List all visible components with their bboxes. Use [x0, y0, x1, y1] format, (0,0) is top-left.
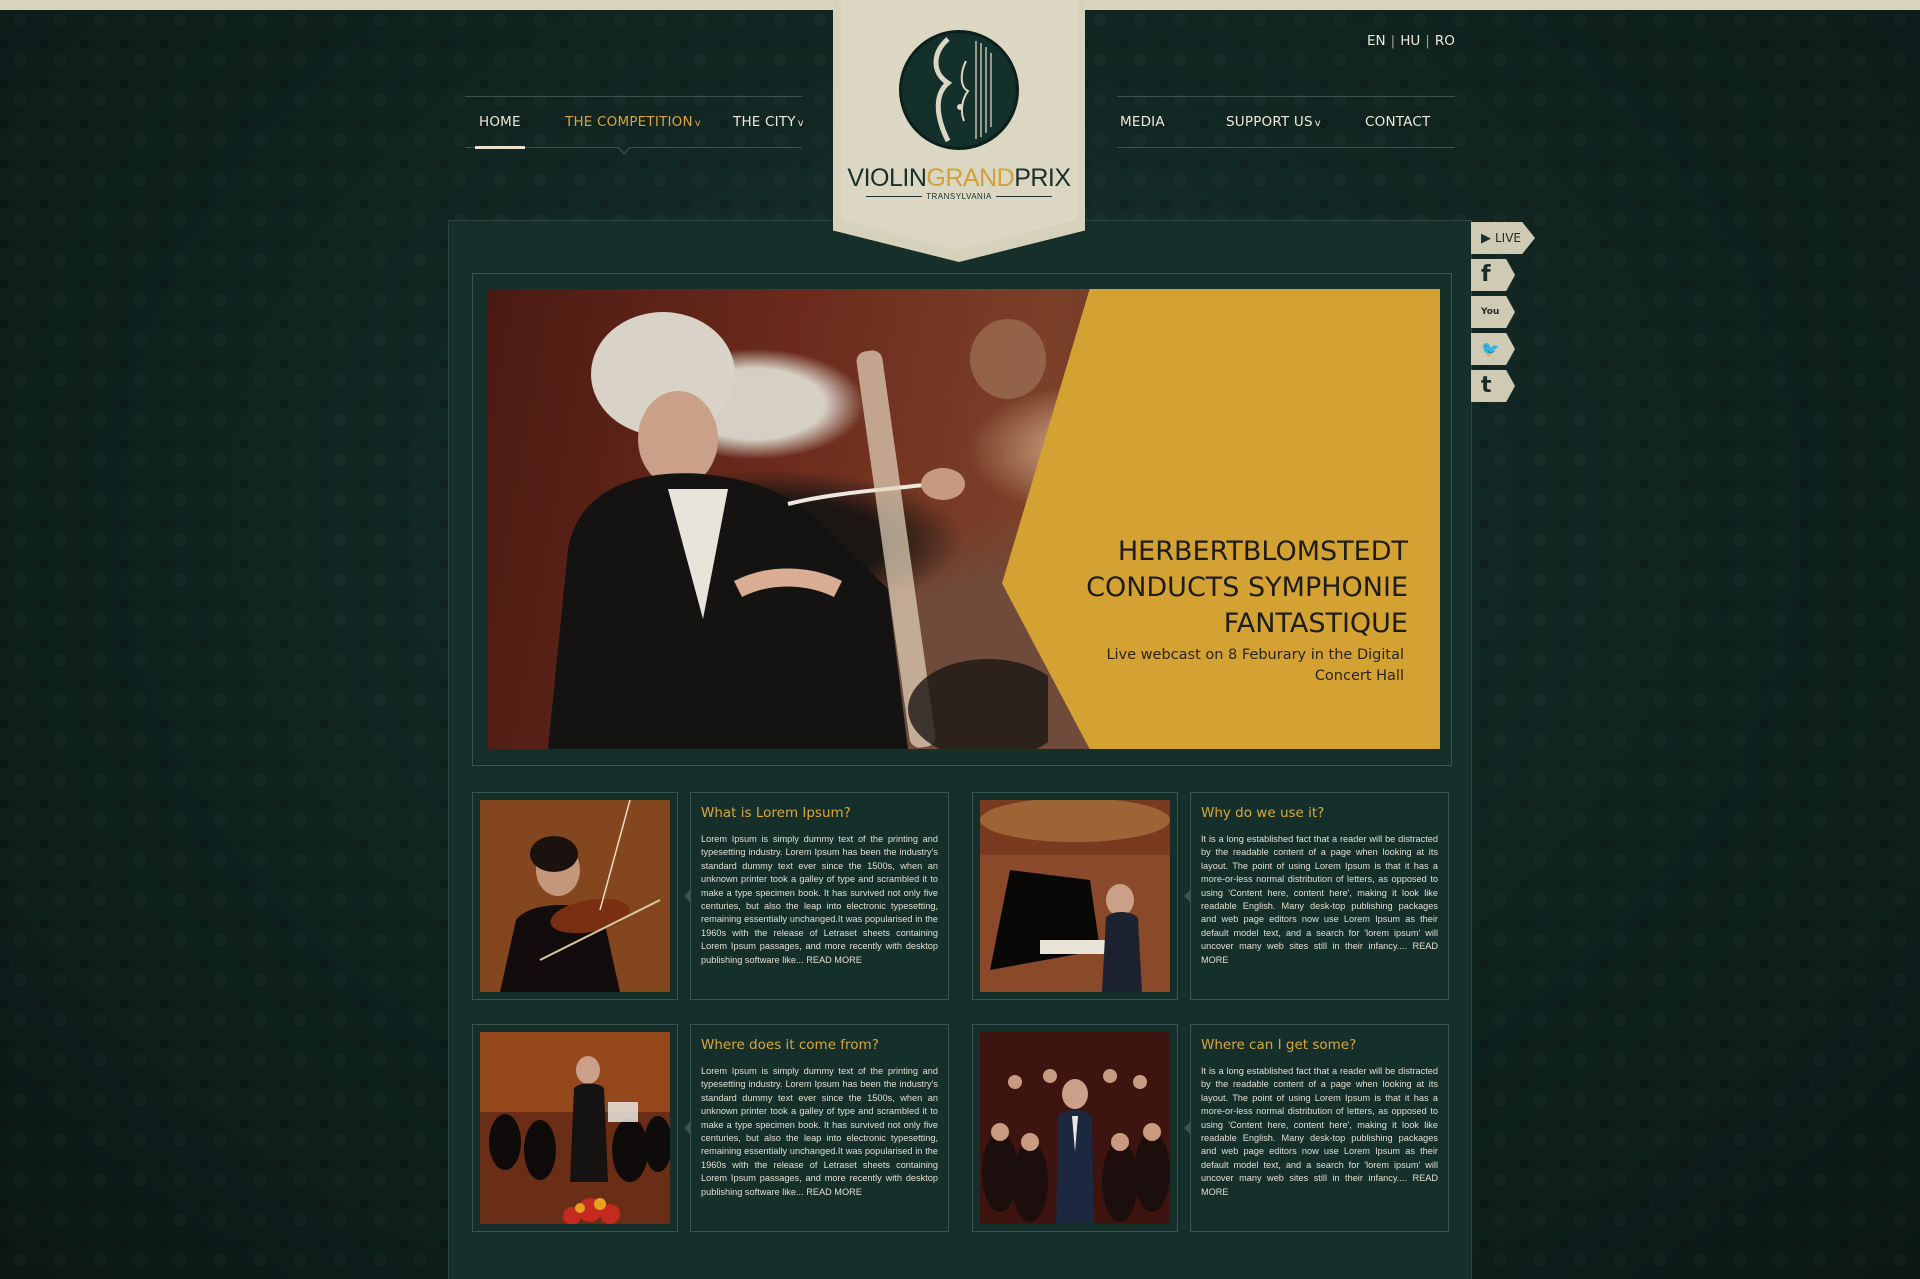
article-title[interactable]: What is Lorem Ipsum? — [701, 805, 938, 821]
card-thumbnail[interactable] — [972, 1024, 1178, 1232]
chevron-down-icon: v — [797, 118, 804, 129]
nav-media[interactable]: MEDIA — [1120, 114, 1165, 130]
article-card: What is Lorem Ipsum? Lorem Ipsum is simp… — [684, 792, 949, 1000]
card-pointer — [684, 1121, 691, 1135]
tumblr-icon: t — [1481, 373, 1492, 398]
facebook-icon: f — [1481, 262, 1491, 287]
logo-subtitle: TRANSYLVANIA — [833, 192, 1085, 201]
pianist-photo — [980, 800, 1170, 992]
language-switch: EN | HU | RO — [1367, 33, 1455, 49]
tumblr-button[interactable]: t — [1471, 370, 1515, 402]
article-card: Where can I get some? It is a long estab… — [1184, 1024, 1449, 1232]
lang-en[interactable]: EN — [1367, 33, 1386, 49]
live-button[interactable]: ▶ LIVE — [1471, 222, 1535, 254]
logo-banner[interactable]: VIOLINGRANDPRIX TRANSYLVANIA — [833, 0, 1085, 262]
article-text: Lorem Ipsum is simply dummy text of the … — [701, 834, 938, 965]
nav-the-competition[interactable]: THE COMPETITION v — [565, 114, 701, 130]
active-notch — [617, 146, 631, 155]
lang-hu[interactable]: HU — [1400, 33, 1420, 49]
violin-scroll-icon — [933, 37, 992, 143]
read-more-link[interactable]: READ MORE — [806, 1187, 862, 1197]
audience-photo — [980, 1032, 1170, 1224]
article-card: Where does it come from? Lorem Ipsum is … — [684, 1024, 949, 1232]
article-body: It is a long established fact that a rea… — [1201, 833, 1438, 967]
home-active-underline — [475, 146, 525, 149]
card-pointer — [1184, 889, 1191, 903]
article-body: It is a long established fact that a rea… — [1201, 1065, 1438, 1199]
article-card: Why do we use it? It is a long establish… — [1184, 792, 1449, 1000]
article-text: It is a long established fact that a rea… — [1201, 1066, 1438, 1184]
nav-contact[interactable]: CONTACT — [1365, 114, 1430, 130]
nav-home[interactable]: HOME — [479, 114, 521, 130]
card-pointer — [1184, 1121, 1191, 1135]
nav-the-city[interactable]: THE CITY v — [733, 114, 804, 130]
card-thumbnail[interactable] — [472, 792, 678, 1000]
twitter-button[interactable]: 🐦 — [1471, 333, 1515, 365]
logo-wordmark: VIOLINGRANDPRIX — [847, 164, 1071, 192]
nav-left: HOME THE COMPETITION v THE CITY v — [465, 96, 804, 155]
card-thumbnail[interactable] — [472, 1024, 678, 1232]
facebook-button[interactable]: f — [1471, 259, 1515, 291]
lang-ro[interactable]: RO — [1435, 33, 1455, 49]
conductor-photo — [548, 312, 1048, 749]
live-label: LIVE — [1495, 231, 1522, 245]
orchestra-photo — [480, 1032, 670, 1224]
hero-title: HERBERTBLOMSTEDT CONDUCTS SYMPHONIE FANT… — [1086, 536, 1408, 639]
violin-logo-icon — [899, 30, 1019, 150]
nav-support-us[interactable]: SUPPORT US v — [1226, 114, 1321, 130]
lang-separator: | — [1425, 33, 1430, 49]
article-title[interactable]: Where can I get some? — [1201, 1037, 1438, 1053]
nav-right: MEDIA SUPPORT US v CONTACT — [1117, 96, 1455, 148]
chevron-down-icon: v — [1314, 118, 1321, 129]
read-more-link[interactable]: READ MORE — [806, 955, 862, 965]
article-title[interactable]: Where does it come from? — [701, 1037, 938, 1053]
twitter-icon: 🐦 — [1481, 339, 1500, 358]
article-text: Lorem Ipsum is simply dummy text of the … — [701, 1066, 938, 1197]
youtube-icon: You — [1481, 306, 1500, 317]
article-body: Lorem Ipsum is simply dummy text of the … — [701, 833, 938, 967]
article-title[interactable]: Why do we use it? — [1201, 805, 1438, 821]
card-pointer — [684, 889, 691, 903]
lang-separator: | — [1390, 33, 1396, 49]
article-body: Lorem Ipsum is simply dummy text of the … — [701, 1065, 938, 1199]
article-text: It is a long established fact that a rea… — [1201, 834, 1438, 952]
youtube-button[interactable]: You — [1471, 296, 1515, 328]
violinist-photo — [480, 800, 670, 992]
chevron-down-icon: v — [694, 118, 701, 129]
hero-banner[interactable]: HERBERTBLOMSTEDT CONDUCTS SYMPHONIE FANT… — [488, 289, 1440, 749]
card-thumbnail[interactable] — [972, 792, 1178, 1000]
hero-subtitle: Live webcast on 8 Feburary in the Digita… — [1106, 647, 1404, 684]
play-icon: ▶ — [1481, 230, 1491, 246]
